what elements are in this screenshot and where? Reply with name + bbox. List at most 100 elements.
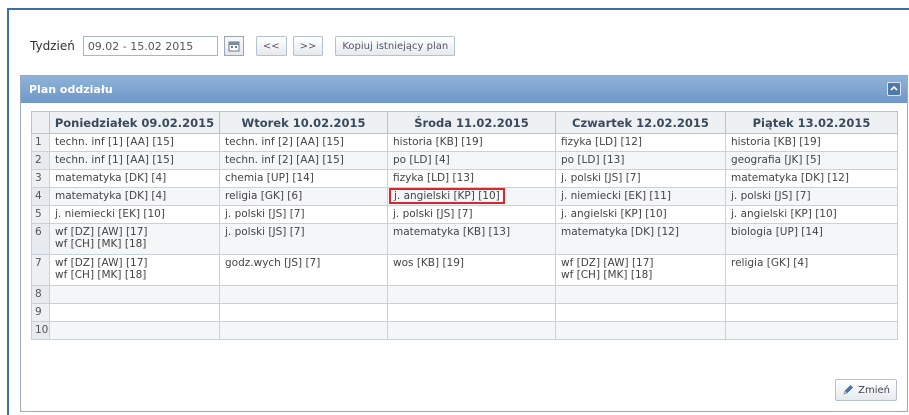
calendar-button[interactable]	[223, 36, 244, 56]
lesson-cell[interactable]	[725, 321, 898, 340]
lesson-cell[interactable]: matematyka [DK] [12]	[555, 223, 726, 255]
lesson-cell[interactable]: j. polski [JS] [7]	[219, 205, 388, 224]
lesson-cell[interactable]	[219, 321, 388, 340]
lesson-cell[interactable]	[219, 285, 388, 304]
week-label: Tydzień	[30, 39, 75, 53]
lesson-cell[interactable]	[387, 303, 556, 322]
table-row: 7 wf [DZ] [AW] [17] wf [CH] [MK] [18] godz.…	[31, 254, 898, 286]
lesson-cell[interactable]: wos [KB] [19]	[387, 254, 556, 286]
lesson-text: wf [CH] [MK] [18]	[561, 269, 653, 281]
lesson-cell[interactable]: matematyka [KB] [13]	[387, 223, 556, 255]
lesson-text: religia [GK] [6]	[225, 190, 303, 202]
lesson-cell[interactable]: matematyka [DK] [4]	[49, 187, 220, 206]
lesson-cell[interactable]: j. angielski [KP] [10]	[555, 205, 726, 224]
lesson-cell[interactable]: j. niemiecki [EK] [10]	[49, 205, 220, 224]
lesson-cell[interactable]	[725, 285, 898, 304]
lesson-text: j. niemiecki [EK] [11]	[561, 190, 671, 202]
table-row: 2 techn. inf [1] [AA] [15] techn. inf [2] …	[31, 151, 898, 170]
lesson-text: j. polski [JS] [7]	[561, 172, 641, 184]
lesson-text: wf [DZ] [AW] [17]	[55, 257, 148, 269]
lesson-cell[interactable]: po [LD] [4]	[387, 151, 556, 170]
lesson-cell[interactable]: godz.wych [JS] [7]	[219, 254, 388, 286]
lesson-cell[interactable]: wf [DZ] [AW] [17] wf [CH] [MK] [18]	[49, 223, 220, 255]
lesson-cell[interactable]: historia [KB] [19]	[725, 133, 898, 152]
lesson-cell[interactable]: techn. inf [1] [AA] [15]	[49, 151, 220, 170]
schedule-table: Poniedziałek 09.02.2015 Wtorek 10.02.201…	[31, 111, 898, 340]
table-row: 5 j. niemiecki [EK] [10] j. polski [JS] [7…	[31, 205, 898, 224]
change-label: Zmień	[858, 384, 890, 396]
lesson-cell[interactable]	[555, 303, 726, 322]
lesson-text: matematyka [DK] [12]	[561, 226, 679, 238]
table-row: 9	[31, 303, 898, 322]
lesson-cell[interactable]: fizyka [LD] [12]	[555, 133, 726, 152]
column-header: Czwartek 12.02.2015	[555, 111, 726, 134]
lesson-cell[interactable]: religia [GK] [4]	[725, 254, 898, 286]
lesson-cell[interactable]: po [LD] [13]	[555, 151, 726, 170]
lesson-cell[interactable]: fizyka [LD] [13]	[387, 169, 556, 188]
lesson-number: 10	[31, 321, 50, 340]
lesson-cell[interactable]: historia [KB] [19]	[387, 133, 556, 152]
lesson-cell[interactable]: j. angielski [KP] [10]	[387, 187, 556, 206]
lesson-cell[interactable]: geografia [JK] [5]	[725, 151, 898, 170]
lesson-cell[interactable]: wf [DZ] [AW] [17] wf [CH] [MK] [18]	[555, 254, 726, 286]
next-week-button[interactable]: >>	[292, 36, 324, 56]
lesson-text: po [LD] [4]	[393, 154, 450, 166]
column-header: Poniedziałek 09.02.2015	[49, 111, 220, 134]
lesson-cell[interactable]: j. niemiecki [EK] [11]	[555, 187, 726, 206]
lesson-cell[interactable]	[49, 303, 220, 322]
lesson-cell[interactable]: j. angielski [KP] [10]	[725, 205, 898, 224]
change-button[interactable]: Zmień	[835, 379, 897, 401]
lesson-cell[interactable]: techn. inf [1] [AA] [15]	[49, 133, 220, 152]
lesson-text: fizyka [LD] [13]	[393, 172, 475, 184]
lesson-number: 6	[31, 223, 50, 255]
collapse-button[interactable]	[887, 82, 901, 96]
lesson-text: chemia [UP] [14]	[225, 172, 314, 184]
lesson-text: wf [CH] [MK] [18]	[55, 269, 147, 281]
calendar-icon	[228, 41, 240, 52]
prev-week-button[interactable]: <<	[255, 36, 287, 56]
lesson-text: po [LD] [13]	[561, 154, 625, 166]
lesson-text: j. polski [JS] [7]	[225, 208, 305, 220]
lesson-cell[interactable]: religia [GK] [6]	[219, 187, 388, 206]
lesson-text: matematyka [DK] [12]	[731, 172, 849, 184]
lesson-text: j. angielski [KP] [10]	[561, 208, 667, 220]
lesson-cell[interactable]	[387, 321, 556, 340]
lesson-cell[interactable]: j. polski [JS] [7]	[555, 169, 726, 188]
lesson-text: matematyka [KB] [13]	[393, 226, 511, 238]
header-row: Poniedziałek 09.02.2015 Wtorek 10.02.201…	[31, 111, 898, 134]
schedule-body: 1 techn. inf [1] [AA] [15] techn. inf [2] …	[31, 133, 898, 340]
lesson-text: godz.wych [JS] [7]	[225, 257, 321, 269]
lesson-cell[interactable]	[387, 285, 556, 304]
lesson-text: techn. inf [2] [AA] [15]	[225, 154, 344, 166]
column-header: Wtorek 10.02.2015	[219, 111, 388, 134]
week-toolbar: Tydzień 09.02 - 15.02 2015 << >> Kopiuj …	[30, 35, 456, 57]
lesson-text: wf [CH] [MK] [18]	[55, 238, 147, 250]
lesson-cell[interactable]: j. polski [JS] [7]	[725, 187, 898, 206]
lesson-text: historia [KB] [19]	[731, 136, 821, 148]
lesson-text: matematyka [DK] [4]	[55, 172, 167, 184]
lesson-cell[interactable]: matematyka [DK] [12]	[725, 169, 898, 188]
lesson-cell[interactable]	[49, 285, 220, 304]
lesson-cell[interactable]: biologia [UP] [14]	[725, 223, 898, 255]
week-field[interactable]: 09.02 - 15.02 2015	[82, 36, 218, 56]
lesson-cell[interactable]	[219, 303, 388, 322]
lesson-cell[interactable]	[725, 303, 898, 322]
lesson-cell[interactable]: j. polski [JS] [7]	[387, 205, 556, 224]
lesson-text: religia [GK] [4]	[731, 257, 809, 269]
lesson-cell[interactable]: wf [DZ] [AW] [17] wf [CH] [MK] [18]	[49, 254, 220, 286]
lesson-cell[interactable]	[555, 321, 726, 340]
table-row: 1 techn. inf [1] [AA] [15] techn. inf [2] …	[31, 133, 898, 152]
lesson-text: j. polski [JS] [7]	[731, 190, 811, 202]
copy-plan-button[interactable]: Kopiuj istniejący plan	[335, 36, 456, 56]
lesson-cell[interactable]: techn. inf [2] [AA] [15]	[219, 151, 388, 170]
lesson-text: matematyka [DK] [4]	[55, 190, 167, 202]
lesson-cell[interactable]	[555, 285, 726, 304]
lesson-cell[interactable]: j. polski [JS] [7]	[219, 223, 388, 255]
lesson-cell[interactable]: techn. inf [2] [AA] [15]	[219, 133, 388, 152]
lesson-text: wf [DZ] [AW] [17]	[55, 226, 148, 238]
table-row: 8	[31, 285, 898, 304]
lesson-cell[interactable]: matematyka [DK] [4]	[49, 169, 220, 188]
lesson-cell[interactable]: chemia [UP] [14]	[219, 169, 388, 188]
lesson-text: techn. inf [1] [AA] [15]	[55, 154, 174, 166]
lesson-cell[interactable]	[49, 321, 220, 340]
